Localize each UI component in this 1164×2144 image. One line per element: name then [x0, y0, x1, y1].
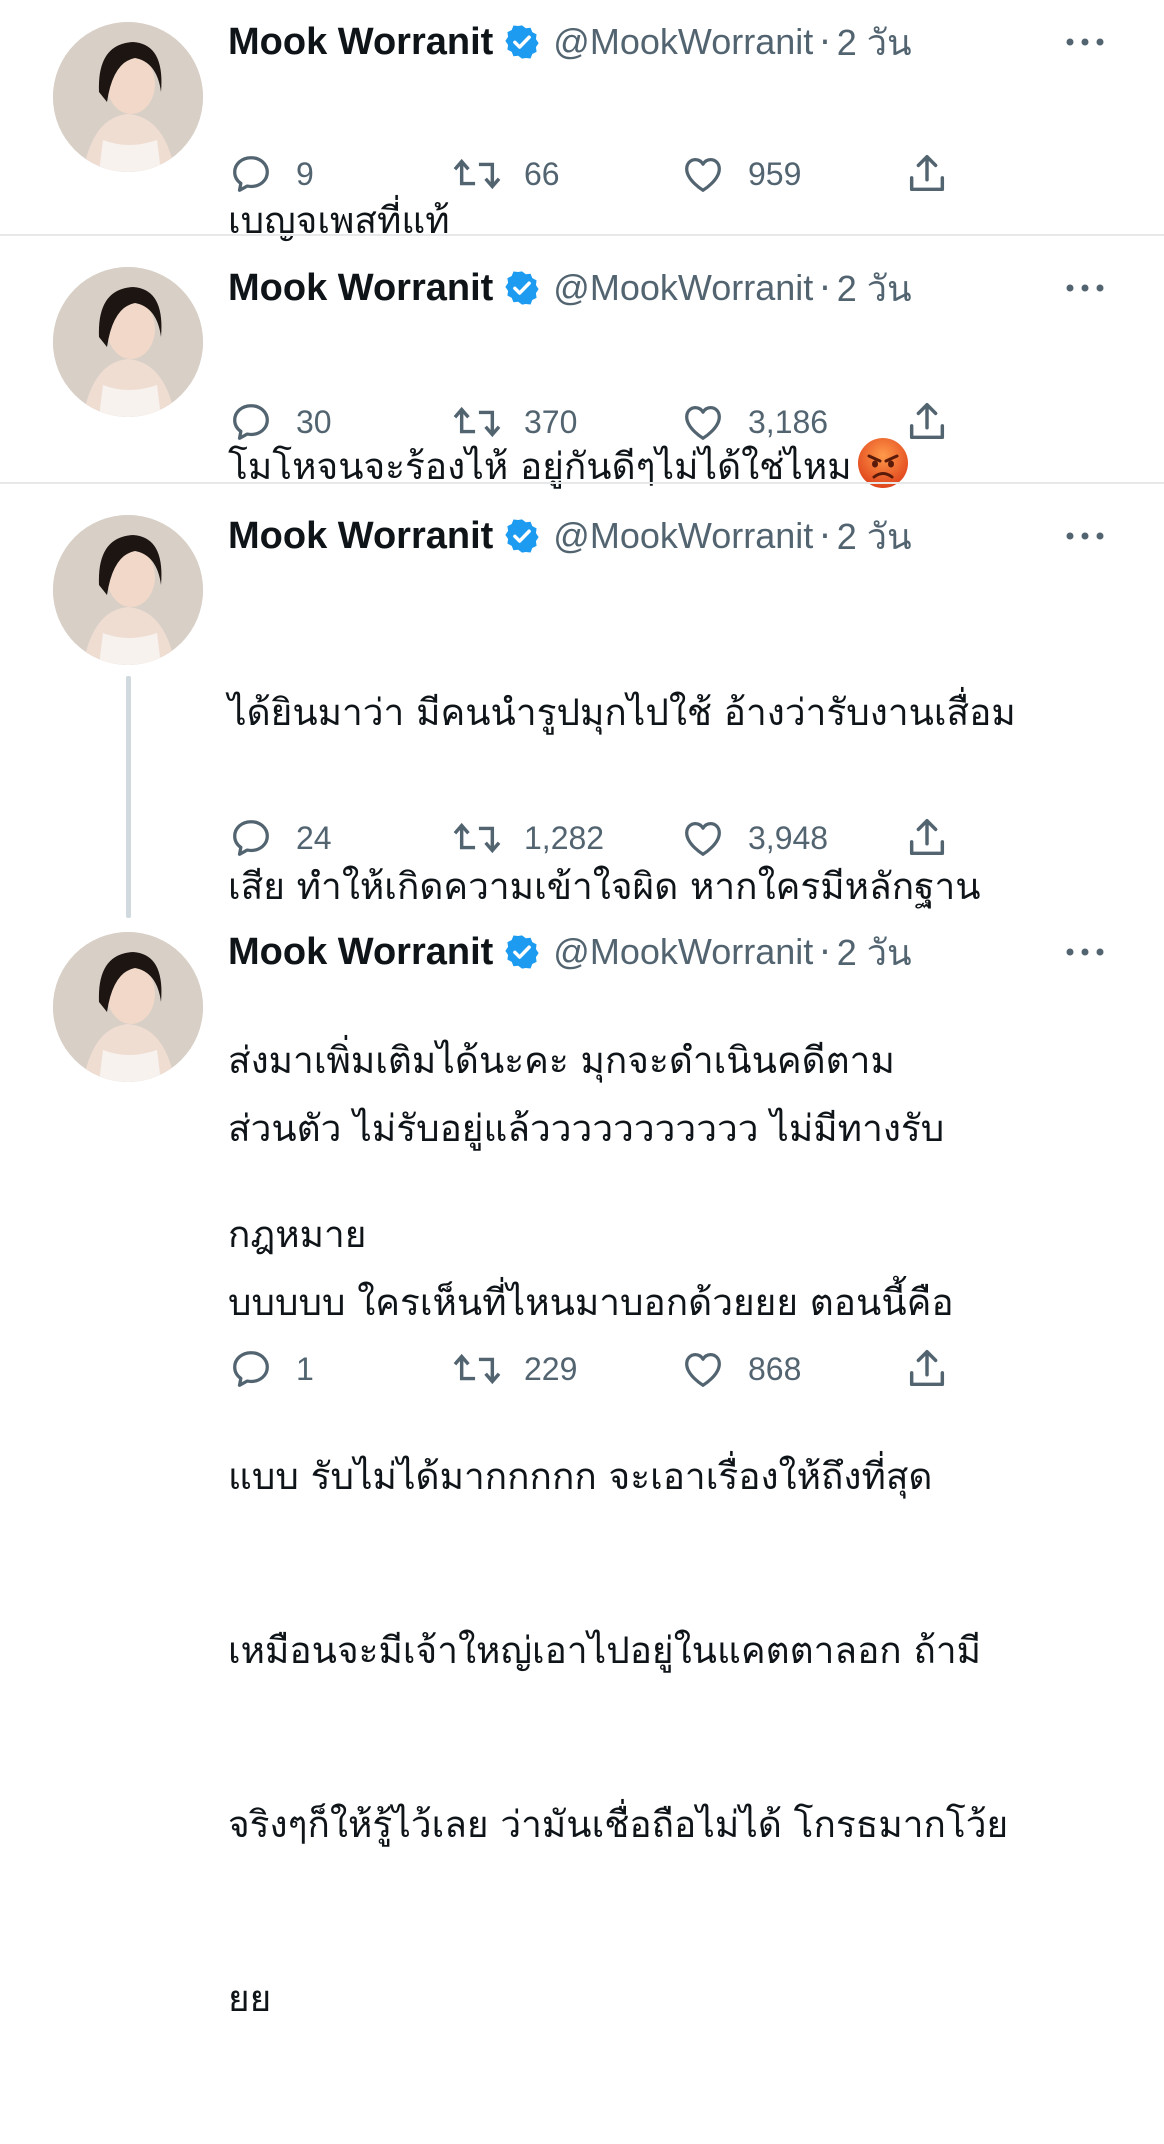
retweet-button[interactable]: 1,282: [452, 815, 604, 861]
share-icon: [909, 155, 945, 192]
tweet-header: Mook Worranit @MookWorranit · 2 วัน: [228, 514, 912, 558]
reply-count: 1: [296, 1350, 314, 1387]
reply-icon: [233, 1351, 269, 1387]
more-icon[interactable]: [1064, 526, 1106, 546]
reply-icon: [233, 156, 269, 192]
display-name[interactable]: Mook Worranit: [228, 21, 493, 64]
share-button[interactable]: [904, 1346, 950, 1392]
tweet-2[interactable]: Mook Worranit @MookWorranit · 2 วัน โมโห…: [0, 236, 1164, 488]
more-icon[interactable]: [1064, 942, 1106, 962]
tweet-header: Mook Worranit @MookWorranit · 2 วัน: [228, 266, 912, 310]
display-name[interactable]: Mook Worranit: [228, 267, 493, 310]
thread-line: [126, 676, 131, 918]
user-handle[interactable]: @MookWorranit: [553, 931, 813, 973]
tweet-4[interactable]: Mook Worranit @MookWorranit · 2 วัน ส่วน…: [0, 900, 1164, 2020]
timestamp[interactable]: 2 วัน: [837, 508, 912, 565]
avatar[interactable]: [53, 515, 203, 665]
like-count: 3,948: [748, 819, 829, 856]
verified-badge-icon: [503, 517, 541, 555]
tweet-actions: 1 229 868: [0, 1346, 1164, 1392]
share-icon: [909, 1350, 945, 1387]
like-button[interactable]: 3,186: [680, 399, 828, 445]
tweet-header: Mook Worranit @MookWorranit · 2 วัน: [228, 20, 912, 64]
reply-count: 9: [296, 155, 314, 192]
share-button[interactable]: [904, 151, 950, 197]
retweet-icon: [453, 822, 501, 854]
like-icon: [685, 1352, 721, 1387]
tweet-text-line: บบบบบ ใครเห็นที่ไหนมาบอกด้วยยย ตอนนี้คือ: [228, 1281, 954, 1324]
tweet-actions: 9 66 959: [0, 151, 1164, 197]
like-count: 3,186: [748, 403, 829, 440]
like-icon: [685, 157, 721, 192]
retweet-button[interactable]: 370: [452, 399, 577, 445]
retweet-icon: [453, 158, 501, 190]
retweet-button[interactable]: 66: [452, 151, 560, 197]
tweet-text-line: จริงๆก็ให้รู้ไว้เลย ว่ามันเชื่อถือไม่ได้…: [228, 1803, 1009, 1846]
share-icon: [909, 819, 945, 856]
verified-badge-icon: [503, 933, 541, 971]
share-button[interactable]: [904, 815, 950, 861]
tweet-text-line: แบบ รับไม่ได้มากกกกก จะเอาเรื่องให้ถึงที…: [228, 1455, 933, 1498]
verified-badge-icon: [503, 23, 541, 61]
retweet-icon: [453, 406, 501, 438]
timestamp[interactable]: 2 วัน: [837, 14, 912, 71]
timestamp[interactable]: 2 วัน: [837, 260, 912, 317]
share-button[interactable]: [904, 399, 950, 445]
like-button[interactable]: 3,948: [680, 815, 828, 861]
reply-button[interactable]: 9: [228, 151, 314, 197]
reply-icon: [233, 820, 269, 856]
like-icon: [685, 821, 721, 856]
retweet-button[interactable]: 229: [452, 1346, 577, 1392]
display-name[interactable]: Mook Worranit: [228, 931, 493, 974]
reply-button[interactable]: 24: [228, 815, 332, 861]
more-icon[interactable]: [1064, 278, 1106, 298]
tweet-text-line: ส่วนตัว ไม่รับอยู่แล้ววววววววววว ไม่มีทา…: [228, 1107, 945, 1150]
tweet-1[interactable]: Mook Worranit @MookWorranit · 2 วัน เบญจ…: [0, 0, 1164, 242]
avatar[interactable]: [53, 932, 203, 1082]
tweet-text: ส่วนตัว ไม่รับอยู่แล้ววววววววววว ไม่มีทา…: [228, 984, 1128, 2144]
reply-count: 30: [296, 403, 332, 440]
tweet-actions: 24 1,282 3,948: [0, 815, 1164, 861]
retweet-count: 66: [524, 155, 560, 192]
share-icon: [909, 403, 945, 440]
user-handle[interactable]: @MookWorranit: [553, 21, 813, 63]
like-count: 959: [748, 155, 802, 192]
like-button[interactable]: 959: [680, 151, 801, 197]
retweet-count: 229: [524, 1350, 578, 1387]
tweet-text-line: ยย: [228, 1977, 272, 2020]
like-icon: [685, 405, 721, 440]
retweet-count: 1,282: [524, 819, 605, 856]
separator-dot: ·: [819, 267, 831, 309]
avatar[interactable]: [53, 267, 203, 417]
verified-badge-icon: [503, 269, 541, 307]
tweet-header: Mook Worranit @MookWorranit · 2 วัน: [228, 930, 912, 974]
user-handle[interactable]: @MookWorranit: [553, 267, 813, 309]
reply-count: 24: [296, 819, 332, 856]
separator-dot: ·: [819, 931, 831, 973]
tweet-3[interactable]: Mook Worranit @MookWorranit · 2 วัน ได้ย…: [0, 484, 1164, 1256]
separator-dot: ·: [819, 21, 831, 63]
user-handle[interactable]: @MookWorranit: [553, 515, 813, 557]
tweet-actions: 30 370 3,186: [0, 399, 1164, 445]
like-count: 868: [748, 1350, 802, 1387]
retweet-icon: [453, 1353, 501, 1385]
retweet-count: 370: [524, 403, 578, 440]
avatar[interactable]: [53, 22, 203, 172]
tweet-text-line: เหมือนจะมีเจ้าใหญ่เอาไปอยู่ในแคตตาลอก ถ้…: [228, 1629, 982, 1672]
tweet-text-line: ได้ยินมาว่า มีคนนำรูปมุกไปใช้ อ้างว่ารับ…: [228, 691, 1016, 734]
reply-button[interactable]: 1: [228, 1346, 314, 1392]
timestamp[interactable]: 2 วัน: [837, 924, 912, 981]
more-icon[interactable]: [1064, 32, 1106, 52]
reply-button[interactable]: 30: [228, 399, 332, 445]
display-name[interactable]: Mook Worranit: [228, 515, 493, 558]
reply-icon: [233, 404, 269, 440]
separator-dot: ·: [819, 515, 831, 557]
like-button[interactable]: 868: [680, 1346, 801, 1392]
